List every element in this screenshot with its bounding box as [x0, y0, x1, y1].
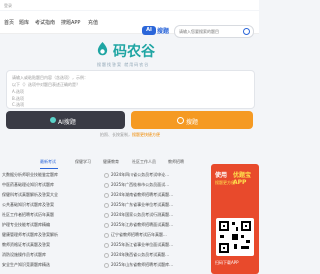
ai-search-label[interactable]: 搜题	[157, 26, 169, 35]
list-item[interactable]: 消防设施操作员考试题库	[2, 252, 46, 258]
list-item[interactable]: 安全生产知识竞赛题库精选	[2, 262, 50, 268]
question-hint-line: A.选项	[12, 89, 24, 94]
list-item-title: 社区工作者招聘考试历年真题	[2, 212, 54, 217]
list-item-title: 大数据分析师职业技能鉴定题库	[2, 172, 58, 177]
list-item[interactable]: 2025年浙江省事业单位面试真题...	[104, 242, 173, 248]
search-input[interactable]	[179, 27, 239, 35]
ai-search-button[interactable]: AI搜题	[6, 111, 125, 129]
tagline: 搜题找答案 就用码农谷	[97, 62, 150, 67]
ad-subtitle: 搜题更方便	[215, 180, 235, 185]
search-button[interactable]: 搜题	[131, 111, 253, 129]
list-item[interactable]: 辽宁省教师招聘考试历年真题...	[104, 232, 167, 238]
question-input-box[interactable]: 请输入或粘贴题目内容（含选项），示例： 以下（）选项中对题目表述正确的是？ A.…	[6, 70, 255, 109]
login-link[interactable]: 登录	[4, 3, 12, 9]
bullet-icon	[104, 202, 109, 208]
bullet-icon	[104, 212, 109, 218]
ad-title-prefix: 使用	[215, 172, 228, 179]
bullet-icon	[104, 172, 109, 178]
tab-health-study[interactable]: 保健学习	[75, 159, 91, 165]
qr-code	[216, 218, 254, 256]
ai-badge[interactable]: AI	[142, 26, 156, 35]
list-item[interactable]: 大数据分析师职业技能鉴定题库	[2, 172, 58, 178]
nav-item-exam-guide[interactable]: 考试指南	[35, 19, 55, 26]
list-item[interactable]: 保健科考试真题解析及答案大全	[2, 192, 58, 198]
list-item-title: 健康管理师考试题库及答案解析	[2, 232, 58, 237]
active-tab-indicator	[40, 168, 58, 169]
app-promo-ad[interactable]: 使用 优题宝APP 搜题更方便 扫码下载APP	[211, 164, 259, 274]
list-item[interactable]: 2024年湖南省教师招聘考试真题...	[104, 192, 173, 198]
list-item[interactable]: 2025年广西桂林市公务员面试...	[104, 182, 169, 188]
list-item[interactable]: 2024年四川省公务员考试申论...	[104, 172, 169, 178]
list-item-title: 辽宁省教师招聘考试历年真题...	[111, 232, 167, 237]
category-tabs: 最新考试 保健学习 健康教育 社区工作人员 教师招聘	[0, 157, 205, 169]
list-item-title: 教师资格证考试真题及答案	[2, 242, 50, 247]
bullet-icon	[104, 252, 109, 258]
question-hint-line: C.选项	[12, 102, 25, 107]
bullet-icon	[104, 232, 109, 238]
list-item[interactable]: 中医药基础理论知识考试题库	[2, 182, 54, 188]
list-item-title: 2024年四川省公务员考试申论...	[111, 172, 169, 177]
list-item[interactable]: 2024年陕西省公务员考试真题...	[104, 252, 169, 258]
list-item-title: 2025年广东省事业单位考试真题...	[111, 202, 173, 207]
nav-item-recharge[interactable]: 充值	[88, 19, 98, 26]
list-item[interactable]: 护理专业技能考试题库精编	[2, 222, 50, 228]
list-item[interactable]: 社区工作者招聘考试历年真题	[2, 212, 54, 218]
list-item[interactable]: 教师资格证考试真题及答案	[2, 242, 50, 248]
top-bar: 登录	[0, 0, 259, 10]
list-item-title: 中医药基础理论知识考试题库	[2, 182, 54, 187]
bullet-icon	[104, 222, 109, 228]
search-box	[174, 25, 254, 38]
bullet-icon	[104, 182, 109, 188]
search-icon	[177, 117, 184, 124]
nav-item-home[interactable]: 首页	[4, 19, 14, 26]
list-item[interactable]: 健康管理师考试题库及答案解析	[2, 232, 58, 238]
list-item-title: 2025年广西桂林市公务员面试...	[111, 182, 169, 187]
main-nav: 首页 题库 考试指南 搜题APP 充值 AI 搜题	[0, 11, 259, 38]
tip-text[interactable]: 拍照、长按复制，	[100, 132, 132, 137]
list-item-title: 护理专业技能考试题库精编	[2, 222, 50, 227]
bullet-icon	[104, 192, 109, 198]
list-item-title: 2024年湖南省教师招聘考试真题...	[111, 192, 173, 197]
search-button-label: 搜题	[186, 119, 199, 126]
nav-item-search-app[interactable]: 搜题APP	[61, 19, 80, 26]
list-item[interactable]: 2024年国家公务员考试行测真题...	[104, 212, 173, 218]
tab-latest-exam[interactable]: 最新考试	[40, 159, 56, 165]
list-item-title: 2025年山东省教师招聘考试题库...	[111, 262, 173, 267]
question-hint-line: 以下（）选项中对题目表述正确的是？	[12, 82, 80, 87]
ad-title-app: 优题宝APP	[233, 172, 252, 186]
list-item[interactable]: 2025年广东省事业单位考试真题...	[104, 202, 173, 208]
list-item[interactable]: 公共基础知识考试题库及答案	[2, 202, 54, 208]
logo-icon	[97, 42, 108, 56]
bullet-icon	[104, 262, 109, 268]
list-item[interactable]: 2025年江苏省教师招聘面试真题...	[104, 222, 173, 228]
list-item-title: 消防设施操作员考试题库	[2, 252, 46, 257]
tip-highlight[interactable]: 搜题更快捷方便	[132, 132, 160, 137]
list-item-title: 保健科考试真题解析及答案大全	[2, 192, 58, 197]
logo-text: 码农谷	[113, 44, 155, 60]
nav-item-question-bank[interactable]: 题库	[19, 19, 29, 26]
bullet-icon	[104, 242, 109, 248]
list-item-title: 2025年浙江省事业单位面试真题...	[111, 242, 173, 247]
list-item[interactable]: 2025年山东省教师招聘考试题库...	[104, 262, 173, 268]
ai-search-button-label: AI搜题	[58, 119, 76, 126]
tab-community-workers[interactable]: 社区工作人员	[132, 159, 156, 165]
tab-teacher-recruitment[interactable]: 教师招聘	[168, 159, 184, 165]
ad-footer: 扫码下载APP	[215, 260, 239, 265]
ai-icon	[50, 117, 56, 123]
question-hint-line: 请输入或粘贴题目内容（含选项），示例：	[12, 75, 88, 80]
tips-links: 拍照、长按复制，搜题更快捷方便	[100, 132, 160, 138]
list-item-title: 2025年江苏省教师招聘面试真题...	[111, 222, 173, 227]
list-item-title: 2024年国家公务员考试行测真题...	[111, 212, 173, 217]
list-item-title: 安全生产知识竞赛题库精选	[2, 262, 50, 267]
search-icon[interactable]	[243, 28, 250, 35]
list-item-title: 2024年陕西省公务员考试真题...	[111, 252, 169, 257]
list-item-title: 公共基础知识考试题库及答案	[2, 202, 54, 207]
tab-health-education[interactable]: 健康教育	[103, 159, 119, 165]
